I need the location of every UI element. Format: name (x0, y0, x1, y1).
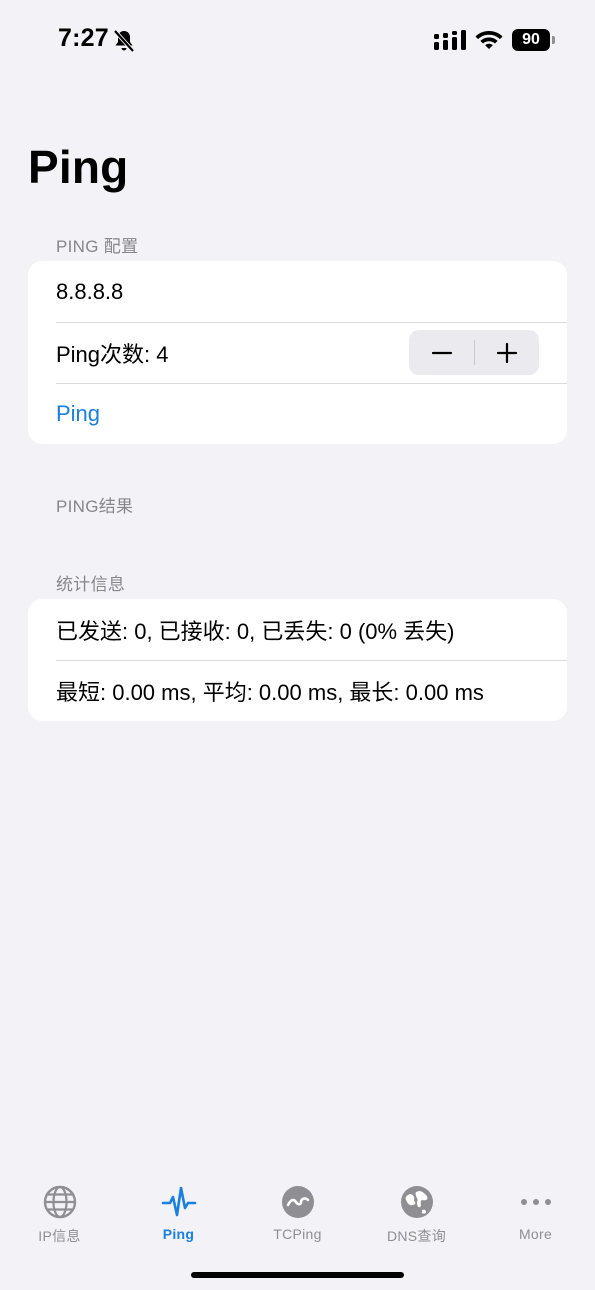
tab-ip-info[interactable]: IP信息 (0, 1184, 119, 1246)
results-section-header: PING结果 (56, 497, 134, 516)
minus-icon (431, 351, 452, 354)
status-time: 7:27 (58, 24, 109, 52)
config-section-header: PING 配置 (56, 237, 139, 256)
battery-level: 90 (512, 29, 550, 51)
host-input[interactable]: 8.8.8.8 (28, 261, 567, 322)
tab-label: More (518, 1226, 553, 1242)
battery-tip (552, 36, 555, 44)
globe-asia-icon (400, 1186, 433, 1218)
config-card: 8.8.8.8 Ping次数: 4 Ping (28, 261, 567, 444)
stats-summary: 已发送: 0, 已接收: 0, 已丢失: 0 (0% 丢失) (56, 618, 455, 644)
wave-circle-icon (281, 1186, 314, 1218)
battery-icon: 90 (512, 29, 556, 51)
ping-count-stepper (409, 330, 539, 375)
stats-section-header: 统计信息 (56, 575, 126, 594)
tab-more[interactable]: More (476, 1184, 595, 1242)
home-indicator[interactable] (191, 1272, 404, 1278)
stats-card: 已发送: 0, 已接收: 0, 已丢失: 0 (0% 丢失) 最短: 0.00 … (28, 599, 567, 721)
ping-count-row: Ping次数: 4 (28, 322, 567, 383)
page-title: Ping (28, 141, 129, 193)
cellular-signal-icon (434, 30, 466, 50)
tab-ping[interactable]: Ping (119, 1184, 238, 1242)
status-bar: 7:27 90 (0, 0, 595, 80)
bell-slash-icon (113, 29, 135, 53)
tab-tcping[interactable]: TCPing (238, 1184, 357, 1242)
tab-label: IP信息 (38, 1228, 81, 1244)
globe-icon (43, 1185, 76, 1219)
tab-label: Ping (162, 1226, 195, 1242)
ping-button[interactable]: Ping (28, 383, 567, 444)
waveform-icon (161, 1186, 196, 1217)
wifi-icon (475, 31, 503, 49)
plus-icon (496, 342, 517, 363)
ping-count-label: Ping次数: 4 (56, 341, 169, 367)
tab-label: TCPing (273, 1226, 322, 1242)
increment-button[interactable] (474, 330, 539, 375)
tab-dns-query[interactable]: DNS查询 (357, 1184, 476, 1246)
tab-label: DNS查询 (386, 1228, 447, 1244)
stats-timing: 最短: 0.00 ms, 平均: 0.00 ms, 最长: 0.00 ms (28, 660, 567, 721)
screen: 7:27 90 Ping PING 配置 8.8.8.8 Ping次数: 4 P… (0, 0, 595, 1290)
decrement-button[interactable] (409, 330, 474, 375)
ellipsis-icon (520, 1199, 551, 1205)
